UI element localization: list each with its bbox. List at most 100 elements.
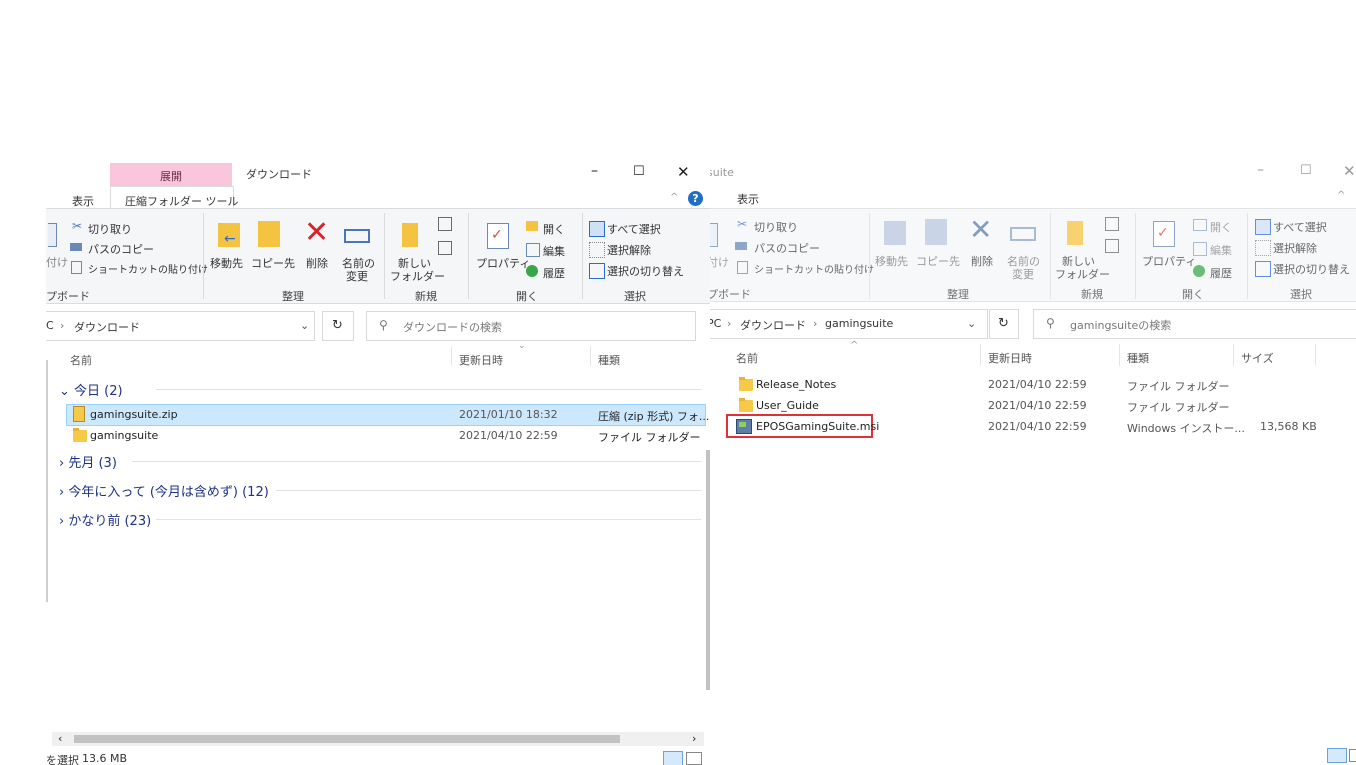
new-folder-button-line2[interactable]: フォルダー	[390, 268, 445, 284]
column-date[interactable]: 更新日時	[988, 350, 1032, 366]
breadcrumb-gamingsuite[interactable]: gamingsuite	[825, 317, 893, 330]
new-folder-button-line2[interactable]: フォルダー	[1055, 266, 1110, 282]
cut-button[interactable]: 切り取り	[754, 219, 798, 235]
tab-view[interactable]: 表示	[737, 191, 759, 207]
column-size[interactable]: サイズ	[1241, 350, 1274, 366]
move-to-button[interactable]: 移動先	[210, 255, 243, 271]
address-bar[interactable]: PC › ダウンロード › gamingsuite ⌄	[707, 309, 988, 339]
paste-icon[interactable]	[48, 223, 57, 247]
breadcrumb-downloads[interactable]: ダウンロード	[74, 319, 140, 335]
column-type[interactable]: 種類	[1127, 350, 1149, 366]
file-type: ファイル フォルダー	[598, 431, 701, 444]
new-item-icon[interactable]	[1105, 217, 1119, 231]
vertical-scrollbar[interactable]	[706, 450, 710, 690]
details-view-icon[interactable]	[1327, 748, 1347, 763]
paste-label[interactable]: 付け	[707, 254, 729, 270]
tab-view[interactable]: 表示	[72, 193, 94, 209]
move-to-button[interactable]: 移動先	[875, 253, 908, 269]
select-none-button[interactable]: 選択解除	[607, 242, 651, 258]
group-label-select: 選択	[624, 290, 646, 303]
breadcrumb-downloads[interactable]: ダウンロード	[740, 317, 806, 333]
invert-selection-button[interactable]: 選択の切り替え	[1273, 261, 1350, 277]
copy-to-button[interactable]: コピー先	[251, 255, 295, 271]
delete-button[interactable]: 削除	[971, 253, 993, 269]
tab-compressed-folder-tools[interactable]: 圧縮フォルダー ツール	[125, 193, 239, 209]
file-size: 13,568 KB	[1260, 420, 1317, 433]
close-button[interactable]: ✕	[1343, 162, 1356, 180]
scroll-right-icon[interactable]: ›	[692, 732, 696, 745]
maximize-button[interactable]: ☐	[1300, 163, 1312, 178]
file-name: gamingsuite	[90, 429, 159, 442]
refresh-button[interactable]: ↻	[989, 309, 1019, 339]
rename-button-line2[interactable]: 変更	[1012, 266, 1034, 282]
cut-button[interactable]: 切り取り	[88, 221, 132, 237]
paste-label[interactable]: 付け	[46, 254, 68, 270]
select-all-button[interactable]: すべて選択	[1273, 219, 1327, 235]
tab-extract[interactable]: 展開	[160, 168, 182, 184]
file-date: 2021/04/10 22:59	[988, 420, 1087, 433]
column-name[interactable]: 名前	[70, 352, 92, 368]
scissors-icon: ✂	[737, 217, 748, 231]
maximize-button[interactable]: ☐	[633, 164, 645, 179]
address-root[interactable]: C	[46, 319, 54, 332]
open-button[interactable]: 開く	[543, 221, 565, 237]
edit-button[interactable]: 編集	[543, 243, 565, 259]
select-none-button[interactable]: 選択解除	[1273, 240, 1317, 256]
chevron-right-icon: ›	[59, 456, 65, 471]
group-toggle-last-month[interactable]: › 先月 (3)	[59, 452, 117, 471]
sort-chevron-icon: ⌄	[518, 341, 526, 351]
breadcrumb-separator-icon: ›	[727, 317, 732, 330]
minimize-button[interactable]: –	[1257, 162, 1264, 178]
close-button[interactable]: ✕	[677, 163, 690, 181]
easy-access-icon[interactable]	[1105, 239, 1119, 253]
paste-shortcut-button[interactable]: ショートカットの貼り付け	[88, 261, 208, 276]
file-name: gamingsuite.zip	[90, 408, 178, 421]
delete-button[interactable]: 削除	[306, 255, 328, 271]
chevron-down-icon[interactable]: ⌄	[967, 317, 976, 330]
invert-selection-button[interactable]: 選択の切り替え	[607, 263, 684, 279]
properties-button[interactable]: プロパティ	[476, 255, 530, 271]
chevron-up-icon[interactable]: ^	[1337, 190, 1345, 201]
details-view-icon[interactable]	[663, 751, 683, 765]
file-date: 2021/01/10 18:32	[459, 408, 558, 421]
select-all-icon	[1255, 219, 1271, 235]
file-type: Windows インストー...	[1127, 422, 1245, 435]
easy-access-icon[interactable]	[438, 241, 452, 255]
refresh-button[interactable]: ↻	[322, 311, 354, 341]
paste-shortcut-button[interactable]: ショートカットの貼り付け	[754, 261, 874, 276]
copy-to-button[interactable]: コピー先	[916, 253, 960, 269]
horizontal-scrollbar[interactable]: ‹ ›	[52, 732, 704, 746]
large-icons-view-icon[interactable]	[1349, 749, 1356, 762]
select-all-button[interactable]: すべて選択	[607, 221, 661, 237]
group-toggle-today[interactable]: ⌄ 今日 (2)	[59, 380, 123, 399]
edit-button[interactable]: 編集	[1210, 242, 1232, 258]
column-type[interactable]: 種類	[598, 352, 620, 368]
column-name[interactable]: 名前	[736, 350, 758, 366]
paste-shortcut-icon	[737, 261, 748, 274]
rename-button-line2[interactable]: 変更	[346, 268, 368, 284]
search-box[interactable]: ⚲ ダウンロードの検索	[366, 311, 696, 341]
chevron-down-icon[interactable]: ⌄	[300, 319, 309, 332]
group-label-open: 開く	[1182, 288, 1204, 301]
file-type: ファイル フォルダー	[1127, 380, 1230, 393]
large-icons-view-icon[interactable]	[686, 752, 702, 765]
group-label-new: 新規	[415, 290, 437, 303]
properties-button[interactable]: プロパティ	[1142, 253, 1196, 269]
history-button[interactable]: 履歴	[543, 265, 565, 281]
address-bar[interactable]: C › ダウンロード ⌄	[46, 311, 315, 341]
scroll-left-icon[interactable]: ‹	[58, 732, 62, 745]
group-toggle-long-ago[interactable]: › かなり前 (23)	[59, 510, 151, 529]
file-date: 2021/04/10 22:59	[988, 378, 1087, 391]
search-box[interactable]: ⚲ gamingsuiteの検索	[1033, 309, 1356, 339]
help-icon[interactable]: ?	[688, 191, 703, 206]
new-item-icon[interactable]	[438, 217, 452, 231]
history-button[interactable]: 履歴	[1210, 265, 1232, 281]
open-button[interactable]: 開く	[1210, 219, 1232, 235]
copy-path-button[interactable]: パスのコピー	[754, 240, 820, 256]
group-toggle-this-year[interactable]: › 今年に入って (今月は含めず) (12)	[59, 481, 269, 500]
column-date[interactable]: 更新日時	[459, 352, 503, 368]
scroll-thumb[interactable]	[74, 735, 620, 743]
minimize-button[interactable]: –	[591, 163, 598, 179]
chevron-up-icon[interactable]: ^	[670, 192, 678, 203]
copy-path-button[interactable]: パスのコピー	[88, 241, 154, 257]
